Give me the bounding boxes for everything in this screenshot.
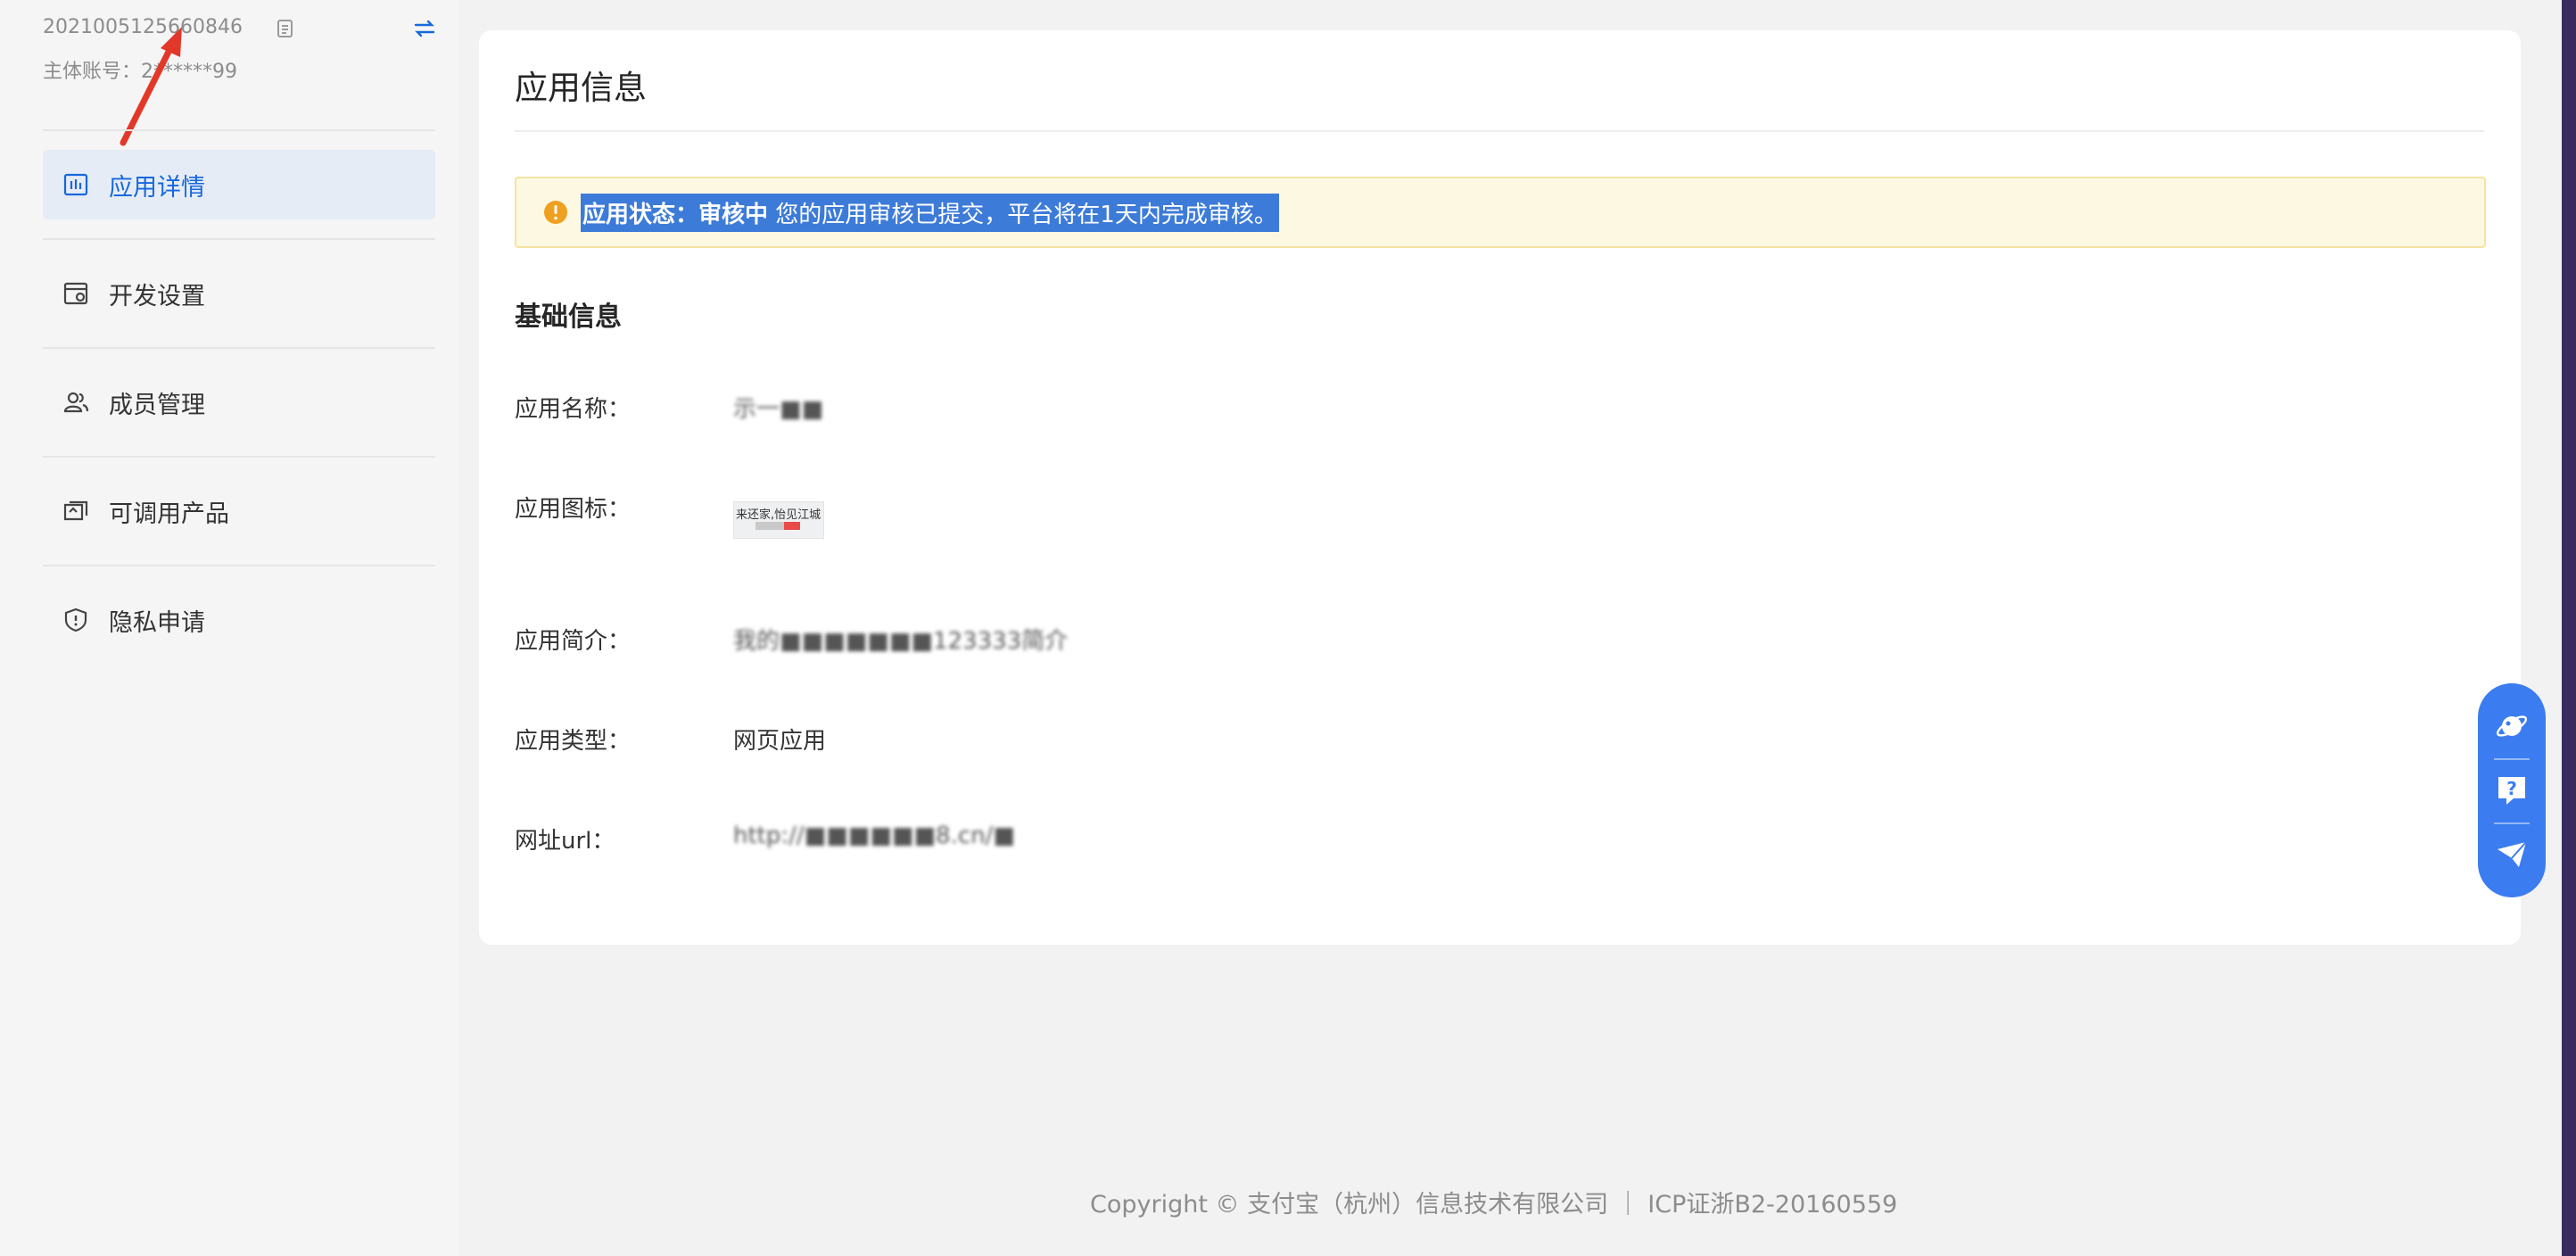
field-label-url: 网址url： bbox=[515, 828, 615, 855]
section-title: 基础信息 bbox=[515, 302, 622, 333]
status-label: 应用状态：审核中 bbox=[582, 201, 769, 228]
products-icon bbox=[61, 496, 91, 526]
app-info-card: 应用信息 应用状态：审核中 您的应用审核已提交，平台将在1天内完成审核。 基础信… bbox=[479, 30, 2521, 945]
sidebar-item-dev-settings[interactable]: 开发设置 bbox=[43, 259, 435, 328]
copy-icon[interactable] bbox=[273, 18, 296, 41]
sidebar-item-label: 开发设置 bbox=[109, 282, 205, 310]
svg-text:?: ? bbox=[2506, 778, 2517, 799]
toolbar-divider bbox=[2494, 758, 2530, 760]
sidebar-item-members[interactable]: 成员管理 bbox=[43, 368, 435, 437]
field-value-intro: 我的■■■■■■■123333简介 bbox=[733, 628, 1069, 655]
field-label-name: 应用名称： bbox=[515, 396, 632, 423]
switch-icon[interactable] bbox=[412, 16, 437, 41]
sidebar-item-label: 隐私申请 bbox=[109, 608, 205, 637]
users-icon bbox=[61, 387, 91, 417]
annotation-arrow bbox=[120, 27, 182, 146]
dev-settings-icon bbox=[61, 278, 91, 309]
floating-toolbar: ? bbox=[2478, 683, 2546, 897]
sidebar-item-label: 成员管理 bbox=[109, 391, 205, 419]
help-icon[interactable]: ? bbox=[2478, 762, 2546, 819]
sidebar-item-products[interactable]: 可调用产品 bbox=[43, 476, 435, 546]
toolbar-divider bbox=[2494, 822, 2530, 824]
status-message: 您的应用审核已提交，平台将在1天内完成审核。 bbox=[768, 201, 1277, 228]
shield-icon bbox=[61, 605, 91, 635]
field-value-name: 示一■■ bbox=[733, 396, 824, 423]
sidebar-divider bbox=[43, 347, 435, 349]
footer-copyright: Copyright © 支付宝（杭州）信息技术有限公司 ｜ ICP证浙B2-20… bbox=[1090, 1191, 1898, 1219]
app-icon-thumbnail: 来还家,怡见江城 bbox=[733, 501, 824, 539]
thumb-text: 来还家,怡见江城 bbox=[736, 508, 822, 522]
sidebar-item-label: 应用详情 bbox=[109, 173, 205, 202]
field-label-icon: 应用图标： bbox=[515, 496, 632, 523]
sidebar: 2021005125660846 主体账号：2******99 应用详情 开发设… bbox=[0, 0, 459, 1256]
field-value-type: 网页应用 bbox=[733, 728, 827, 755]
page-title: 应用信息 bbox=[515, 69, 647, 107]
field-label-intro: 应用简介： bbox=[515, 628, 632, 655]
sidebar-divider bbox=[43, 456, 435, 458]
title-divider bbox=[515, 130, 2484, 132]
sidebar-item-privacy[interactable]: 隐私申请 bbox=[43, 585, 435, 655]
sidebar-divider bbox=[43, 565, 435, 566]
sidebar-divider bbox=[43, 129, 435, 131]
window-edge bbox=[2562, 0, 2576, 1256]
sidebar-item-label: 可调用产品 bbox=[109, 500, 229, 528]
status-alert: 应用状态：审核中 您的应用审核已提交，平台将在1天内完成审核。 bbox=[515, 177, 2486, 248]
feedback-icon[interactable] bbox=[2478, 826, 2546, 883]
thumb-badge bbox=[784, 522, 800, 530]
alert-message: 应用状态：审核中 您的应用审核已提交，平台将在1天内完成审核。 bbox=[581, 193, 1279, 232]
planet-icon[interactable] bbox=[2478, 698, 2546, 755]
warning-icon bbox=[544, 201, 567, 224]
chart-bar-icon bbox=[61, 169, 91, 200]
field-label-type: 应用类型： bbox=[515, 728, 632, 755]
field-value-url: http://■■■■■■8.cn/■ bbox=[733, 822, 1015, 849]
sidebar-item-app-details[interactable]: 应用详情 bbox=[43, 150, 435, 219]
sidebar-divider bbox=[43, 238, 435, 240]
